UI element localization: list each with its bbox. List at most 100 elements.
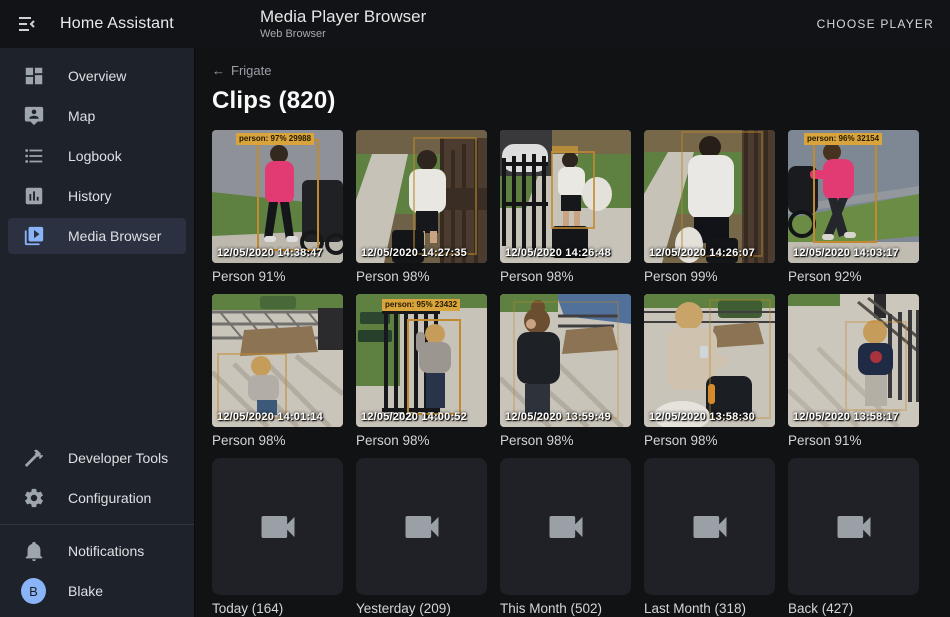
sidebar-item-logbook[interactable]: Logbook (8, 138, 186, 174)
clip-card[interactable]: 12/05/2020 13:58:30 Person 98% (644, 294, 775, 448)
sidebar-item-media-browser[interactable]: Media Browser (8, 218, 186, 254)
video-camera-icon (688, 505, 732, 549)
clip-card[interactable]: person: 95% 23432 12/05/2020 14:00:52 Pe… (356, 294, 487, 448)
chart-box-icon (22, 184, 46, 208)
sidebar-item-notifications[interactable]: Notifications (8, 533, 186, 569)
sidebar-toggle-icon[interactable] (16, 12, 40, 36)
media-player-title: Media Player Browser (260, 7, 426, 27)
clip-card[interactable]: 12/05/2020 13:59:49 Person 98% (500, 294, 631, 448)
clip-timestamp: 12/05/2020 14:26:07 (649, 247, 755, 259)
sidebar-item-label: Map (68, 108, 95, 124)
video-camera-icon (256, 505, 300, 549)
dashboard-icon (22, 64, 46, 88)
clip-image (500, 294, 631, 427)
clip-label: Person 92% (788, 269, 919, 284)
clip-thumbnail: 12/05/2020 14:26:48 (500, 130, 631, 263)
folder-label: Today (164) (212, 601, 343, 616)
video-camera-icon (544, 505, 588, 549)
sidebar-item-label: Overview (68, 68, 126, 84)
clip-thumbnail: 12/05/2020 13:59:49 (500, 294, 631, 427)
clip-image (644, 294, 775, 427)
folder-card-back[interactable]: Back (427) (788, 458, 919, 616)
detection-box-label: person: 95% 23432 (382, 299, 460, 311)
breadcrumb-back[interactable]: ← Frigate (212, 63, 271, 78)
clip-card[interactable]: 12/05/2020 14:26:48 Person 98% (500, 130, 631, 284)
clip-image (356, 130, 487, 263)
clip-label: Person 98% (356, 269, 487, 284)
sidebar-divider (0, 524, 194, 525)
back-arrow-icon: ← (212, 63, 225, 78)
clip-card[interactable]: person: 97% 29988 12/05/2020 14:38:47 Pe… (212, 130, 343, 284)
clip-image (644, 130, 775, 263)
folder-card-today[interactable]: Today (164) (212, 458, 343, 616)
folder-tile (644, 458, 775, 595)
video-camera-icon (832, 505, 876, 549)
clip-image (788, 294, 919, 427)
sidebar-item-label: Logbook (68, 148, 122, 164)
clip-timestamp: 12/05/2020 14:01:14 (217, 411, 323, 423)
clip-timestamp: 12/05/2020 13:58:30 (649, 411, 755, 423)
media-player-subtitle: Web Browser (260, 28, 426, 40)
sidebar-item-label: Notifications (68, 543, 144, 559)
back-label: Frigate (231, 63, 271, 78)
clip-label: Person 98% (212, 433, 343, 448)
clip-thumbnail: 12/05/2020 13:58:17 (788, 294, 919, 427)
page-title: Clips (820) (212, 87, 950, 115)
detection-box-label: person: 97% 29988 (236, 133, 314, 145)
clip-label: Person 98% (500, 433, 631, 448)
clip-timestamp: 12/05/2020 13:59:49 (505, 411, 611, 423)
folder-card-this-month[interactable]: This Month (502) (500, 458, 631, 616)
clip-label: Person 99% (644, 269, 775, 284)
folder-tile (356, 458, 487, 595)
clip-card[interactable]: 12/05/2020 13:58:17 Person 91% (788, 294, 919, 448)
sidebar-item-profile[interactable]: B Blake (8, 573, 186, 609)
clip-label: Person 91% (788, 433, 919, 448)
page-header: Media Player Browser Web Browser (260, 7, 426, 40)
clip-image (500, 130, 631, 263)
sidebar-item-label: Configuration (68, 490, 151, 506)
clip-card[interactable]: 12/05/2020 14:01:14 Person 98% (212, 294, 343, 448)
clip-label: Person 98% (644, 433, 775, 448)
clip-image (212, 294, 343, 427)
choose-player-button[interactable]: CHOOSE PLAYER (809, 0, 942, 48)
clip-timestamp: 12/05/2020 14:00:52 (361, 411, 467, 423)
clip-card[interactable]: person: 96% 32154 12/05/2020 14:03:17 Pe… (788, 130, 919, 284)
clip-image (356, 294, 487, 427)
folder-card-last-month[interactable]: Last Month (318) (644, 458, 775, 616)
bell-icon (22, 539, 46, 563)
clip-thumbnail: 12/05/2020 14:27:35 (356, 130, 487, 263)
avatar-initial: B (21, 578, 46, 604)
sidebar-item-label: Developer Tools (68, 450, 168, 466)
sidebar: Overview Map Logbook History Media Brows… (0, 48, 195, 617)
folder-label: Last Month (318) (644, 601, 775, 616)
sidebar-item-configuration[interactable]: Configuration (8, 480, 186, 516)
clip-thumbnail: 12/05/2020 13:58:30 (644, 294, 775, 427)
clip-thumbnail: 12/05/2020 14:26:07 (644, 130, 775, 263)
clip-thumbnail: 12/05/2020 14:01:14 (212, 294, 343, 427)
map-account-icon (22, 104, 46, 128)
clip-label: Person 98% (356, 433, 487, 448)
clip-timestamp: 12/05/2020 14:26:48 (505, 247, 611, 259)
clip-image (212, 130, 343, 263)
sidebar-spacer (0, 256, 194, 438)
clip-timestamp: 12/05/2020 14:38:47 (217, 247, 323, 259)
folder-tile (212, 458, 343, 595)
clip-thumbnail: person: 97% 29988 12/05/2020 14:38:47 (212, 130, 343, 263)
sidebar-item-label: History (68, 188, 112, 204)
list-bulleted-icon (22, 144, 46, 168)
clip-card[interactable]: 12/05/2020 14:27:35 Person 98% (356, 130, 487, 284)
play-box-multiple-icon (22, 224, 46, 248)
sidebar-item-history[interactable]: History (8, 178, 186, 214)
folder-tile (788, 458, 919, 595)
folder-card-yesterday[interactable]: Yesterday (209) (356, 458, 487, 616)
clip-label: Person 98% (500, 269, 631, 284)
sidebar-item-developer-tools[interactable]: Developer Tools (8, 440, 186, 476)
sidebar-item-label: Media Browser (68, 228, 161, 244)
clip-timestamp: 12/05/2020 13:58:17 (793, 411, 899, 423)
clip-card[interactable]: 12/05/2020 14:26:07 Person 99% (644, 130, 775, 284)
clip-image (788, 130, 919, 263)
sidebar-item-overview[interactable]: Overview (8, 58, 186, 94)
app-header: Home Assistant Media Player Browser Web … (0, 0, 950, 48)
clip-thumbnail: person: 96% 32154 12/05/2020 14:03:17 (788, 130, 919, 263)
sidebar-item-map[interactable]: Map (8, 98, 186, 134)
